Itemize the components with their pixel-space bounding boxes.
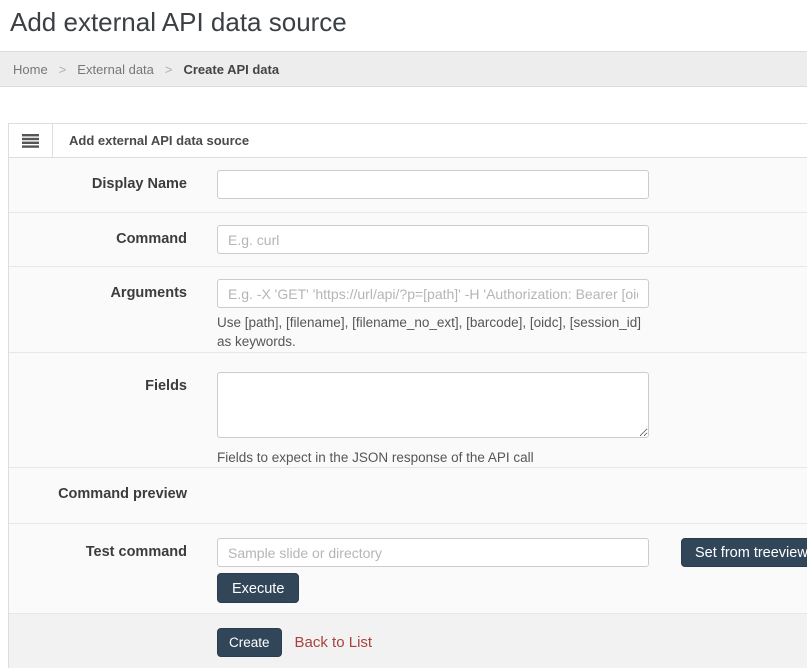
command-input[interactable] xyxy=(217,225,649,254)
arguments-input[interactable] xyxy=(217,279,649,308)
arguments-row: Arguments Use [path], [filename], [filen… xyxy=(9,267,807,353)
test-command-row: Test command Set from treeview Execute xyxy=(9,524,807,614)
page: Add external API data source Home > Exte… xyxy=(0,0,807,668)
set-from-treeview-button[interactable]: Set from treeview xyxy=(681,538,807,567)
test-command-label: Test command xyxy=(9,538,187,613)
command-preview-label: Command preview xyxy=(9,480,187,523)
breadcrumb-item-home[interactable]: Home xyxy=(13,62,48,77)
back-to-list-link[interactable]: Back to List xyxy=(295,634,373,651)
command-preview-value xyxy=(217,480,649,523)
panel-footer: Create Back to List xyxy=(9,614,807,668)
test-command-input[interactable] xyxy=(217,538,649,567)
command-preview-row: Command preview xyxy=(9,468,807,524)
panel-menu-button[interactable] xyxy=(9,124,53,157)
fields-textarea[interactable] xyxy=(217,372,649,438)
command-row: Command xyxy=(9,213,807,267)
fields-label: Fields xyxy=(9,372,187,467)
panel-header: Add external API data source xyxy=(9,124,807,158)
command-label: Command xyxy=(9,225,187,266)
breadcrumb-separator-icon: > xyxy=(59,62,67,77)
breadcrumb-item-external-data[interactable]: External data xyxy=(77,62,154,77)
page-title: Add external API data source xyxy=(0,0,807,51)
hamburger-icon xyxy=(22,134,39,148)
form-panel: Add external API data source Display Nam… xyxy=(8,123,807,668)
display-name-row: Display Name xyxy=(9,158,807,213)
fields-help-text: Fields to expect in the JSON response of… xyxy=(217,448,649,467)
panel-title: Add external API data source xyxy=(53,124,249,157)
breadcrumb: Home > External data > Create API data xyxy=(0,51,807,87)
display-name-input[interactable] xyxy=(217,170,649,199)
display-name-label: Display Name xyxy=(9,170,187,212)
execute-button[interactable]: Execute xyxy=(217,573,299,603)
arguments-help-text: Use [path], [filename], [filename_no_ext… xyxy=(217,313,649,351)
arguments-label: Arguments xyxy=(9,279,187,352)
breadcrumb-separator-icon: > xyxy=(165,62,173,77)
fields-row: Fields Fields to expect in the JSON resp… xyxy=(9,353,807,468)
breadcrumb-item-current: Create API data xyxy=(183,62,279,77)
create-button[interactable]: Create xyxy=(217,628,282,657)
